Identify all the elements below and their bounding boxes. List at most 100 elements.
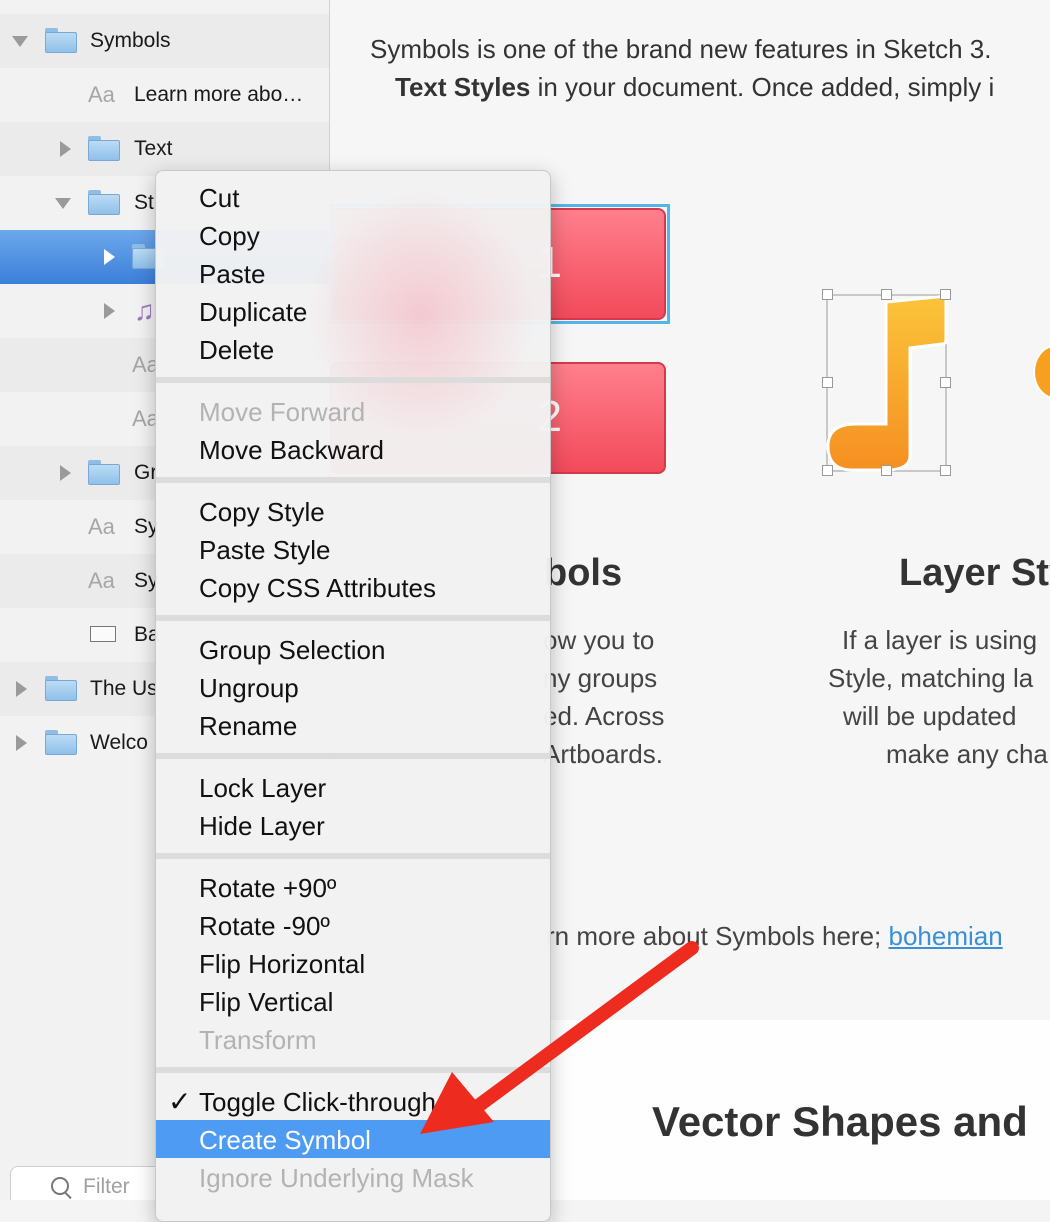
resize-handle[interactable] bbox=[822, 377, 833, 388]
menu-item-create-symbol[interactable]: Create Symbol bbox=[156, 1120, 550, 1158]
folder-icon bbox=[88, 136, 120, 161]
learn-more-text: rn more about Symbols here; bbox=[546, 921, 889, 951]
menu-item-group-selection[interactable]: Group Selection bbox=[156, 630, 550, 668]
menu-item-flip-horizontal[interactable]: Flip Horizontal bbox=[156, 944, 550, 982]
bohemian-link[interactable]: bohemian bbox=[889, 921, 1003, 951]
menu-item-label: Transform bbox=[199, 1025, 317, 1055]
symbols-paragraph-line: Artboards. bbox=[543, 739, 663, 769]
disclosure-triangle-icon[interactable] bbox=[104, 249, 115, 265]
menu-separator bbox=[156, 753, 550, 759]
music-note-artwork[interactable] bbox=[820, 288, 960, 478]
symbols-paragraph-line: ow you to bbox=[543, 625, 655, 655]
disclosure-triangle-icon[interactable] bbox=[104, 303, 115, 319]
menu-item-label: Hide Layer bbox=[199, 811, 325, 841]
layer-name: Welco bbox=[90, 731, 148, 754]
text-layer-icon: Aa bbox=[88, 514, 115, 539]
layer-styles-heading: Layer Sty bbox=[899, 552, 1050, 594]
menu-item-rotate-plus-90[interactable]: Rotate +90º bbox=[156, 868, 550, 906]
menu-item-lock-layer[interactable]: Lock Layer bbox=[156, 768, 550, 806]
menu-item-label: Copy bbox=[199, 221, 260, 251]
menu-item-move-forward: Move Forward bbox=[156, 392, 550, 430]
resize-handle[interactable] bbox=[940, 377, 951, 388]
disclosure-triangle-icon[interactable] bbox=[55, 198, 71, 209]
menu-item-label: Flip Horizontal bbox=[199, 949, 366, 979]
menu-item-toggle-click-through[interactable]: ✓ Toggle Click-through bbox=[156, 1082, 550, 1120]
music-note-icon: ♫ bbox=[134, 295, 155, 326]
layer-row-text-learn-more[interactable]: Aa Learn more abo… bbox=[0, 68, 329, 122]
layer-name: The Us bbox=[90, 677, 158, 700]
menu-item-paste[interactable]: Paste bbox=[156, 254, 550, 292]
menu-item-copy-style[interactable]: Copy Style bbox=[156, 492, 550, 530]
text-layer-icon: Aa bbox=[88, 82, 115, 107]
menu-item-label: Delete bbox=[199, 335, 275, 365]
layer-styles-paragraph-line: make any cha bbox=[886, 739, 1048, 769]
intro-text-line-2: Text Styles in your document. Once added… bbox=[395, 72, 994, 103]
disclosure-triangle-icon[interactable] bbox=[12, 36, 28, 47]
menu-item-flip-vertical[interactable]: Flip Vertical bbox=[156, 982, 550, 1020]
menu-item-copy[interactable]: Copy bbox=[156, 216, 550, 254]
menu-item-hide-layer[interactable]: Hide Layer bbox=[156, 806, 550, 844]
resize-handle[interactable] bbox=[940, 289, 951, 300]
menu-item-transform: Transform bbox=[156, 1020, 550, 1058]
partial-orange-shape[interactable] bbox=[1033, 345, 1050, 399]
menu-item-label: Toggle Click-through bbox=[199, 1087, 437, 1117]
intro-bold: Text Styles bbox=[395, 72, 531, 102]
layer-name: Gr bbox=[134, 461, 158, 484]
menu-item-label: Ignore Underlying Mask bbox=[199, 1163, 474, 1193]
menu-item-label: Flip Vertical bbox=[199, 987, 334, 1017]
menu-item-cut[interactable]: Cut bbox=[156, 178, 550, 216]
resize-handle[interactable] bbox=[822, 289, 833, 300]
menu-item-label: Paste bbox=[199, 259, 266, 289]
disclosure-triangle-icon[interactable] bbox=[60, 141, 71, 157]
intro-text-line-1: Symbols is one of the brand new features… bbox=[370, 34, 992, 64]
menu-item-ignore-underlying-mask: Ignore Underlying Mask bbox=[156, 1158, 550, 1196]
vector-shapes-heading: Vector Shapes and bbox=[652, 1098, 1028, 1145]
folder-icon bbox=[45, 730, 77, 755]
learn-more-line: rn more about Symbols here; bohemian bbox=[546, 921, 1003, 952]
layer-name: St bbox=[134, 191, 154, 214]
resize-handle[interactable] bbox=[940, 465, 951, 476]
filter-placeholder: Filter bbox=[83, 1175, 130, 1198]
menu-item-rotate-minus-90[interactable]: Rotate -90º bbox=[156, 906, 550, 944]
folder-icon bbox=[45, 28, 77, 53]
disclosure-triangle-icon[interactable] bbox=[60, 465, 71, 481]
rectangle-icon bbox=[90, 626, 116, 642]
menu-item-label: Rename bbox=[199, 711, 298, 741]
menu-separator bbox=[156, 1067, 550, 1073]
menu-item-ungroup[interactable]: Ungroup bbox=[156, 668, 550, 706]
menu-item-delete[interactable]: Delete bbox=[156, 330, 550, 368]
menu-item-label: Lock Layer bbox=[199, 773, 327, 803]
layer-name: Symbols bbox=[90, 29, 171, 52]
resize-handle[interactable] bbox=[881, 465, 892, 476]
folder-icon bbox=[88, 460, 120, 485]
layer-name: Learn more abo… bbox=[134, 83, 304, 106]
menu-item-copy-css[interactable]: Copy CSS Attributes bbox=[156, 568, 550, 606]
resize-handle[interactable] bbox=[822, 465, 833, 476]
menu-item-move-backward[interactable]: Move Backward bbox=[156, 430, 550, 468]
symbols-heading: bols bbox=[544, 552, 623, 594]
layer-styles-paragraph-line: Style, matching la bbox=[828, 663, 1034, 693]
text-layer-icon: Aa bbox=[88, 568, 115, 593]
layer-row-symbols[interactable]: Symbols bbox=[0, 14, 329, 68]
menu-item-label: Copy Style bbox=[199, 497, 325, 527]
menu-item-label: Cut bbox=[199, 183, 240, 213]
disclosure-triangle-icon[interactable] bbox=[16, 681, 27, 697]
menu-item-label: Copy CSS Attributes bbox=[199, 573, 436, 603]
menu-item-label: Rotate +90º bbox=[199, 873, 337, 903]
layer-row-text-group[interactable]: Text bbox=[0, 122, 329, 176]
menu-separator bbox=[156, 853, 550, 859]
folder-icon bbox=[45, 676, 77, 701]
menu-separator bbox=[156, 477, 550, 483]
search-icon bbox=[51, 1177, 69, 1195]
menu-item-duplicate[interactable]: Duplicate bbox=[156, 292, 550, 330]
menu-item-paste-style[interactable]: Paste Style bbox=[156, 530, 550, 568]
menu-item-rename[interactable]: Rename bbox=[156, 706, 550, 744]
layer-styles-paragraph-line: If a layer is using bbox=[842, 625, 1038, 655]
intro-rest: in your document. Once added, simply i bbox=[530, 72, 995, 102]
context-menu: Cut Copy Paste Duplicate Delete Move For… bbox=[155, 170, 551, 1222]
menu-item-label: Ungroup bbox=[199, 673, 299, 703]
resize-handle[interactable] bbox=[881, 289, 892, 300]
menu-item-label: Duplicate bbox=[199, 297, 308, 327]
layer-styles-paragraph-line: will be updated bbox=[843, 701, 1017, 731]
disclosure-triangle-icon[interactable] bbox=[16, 735, 27, 751]
